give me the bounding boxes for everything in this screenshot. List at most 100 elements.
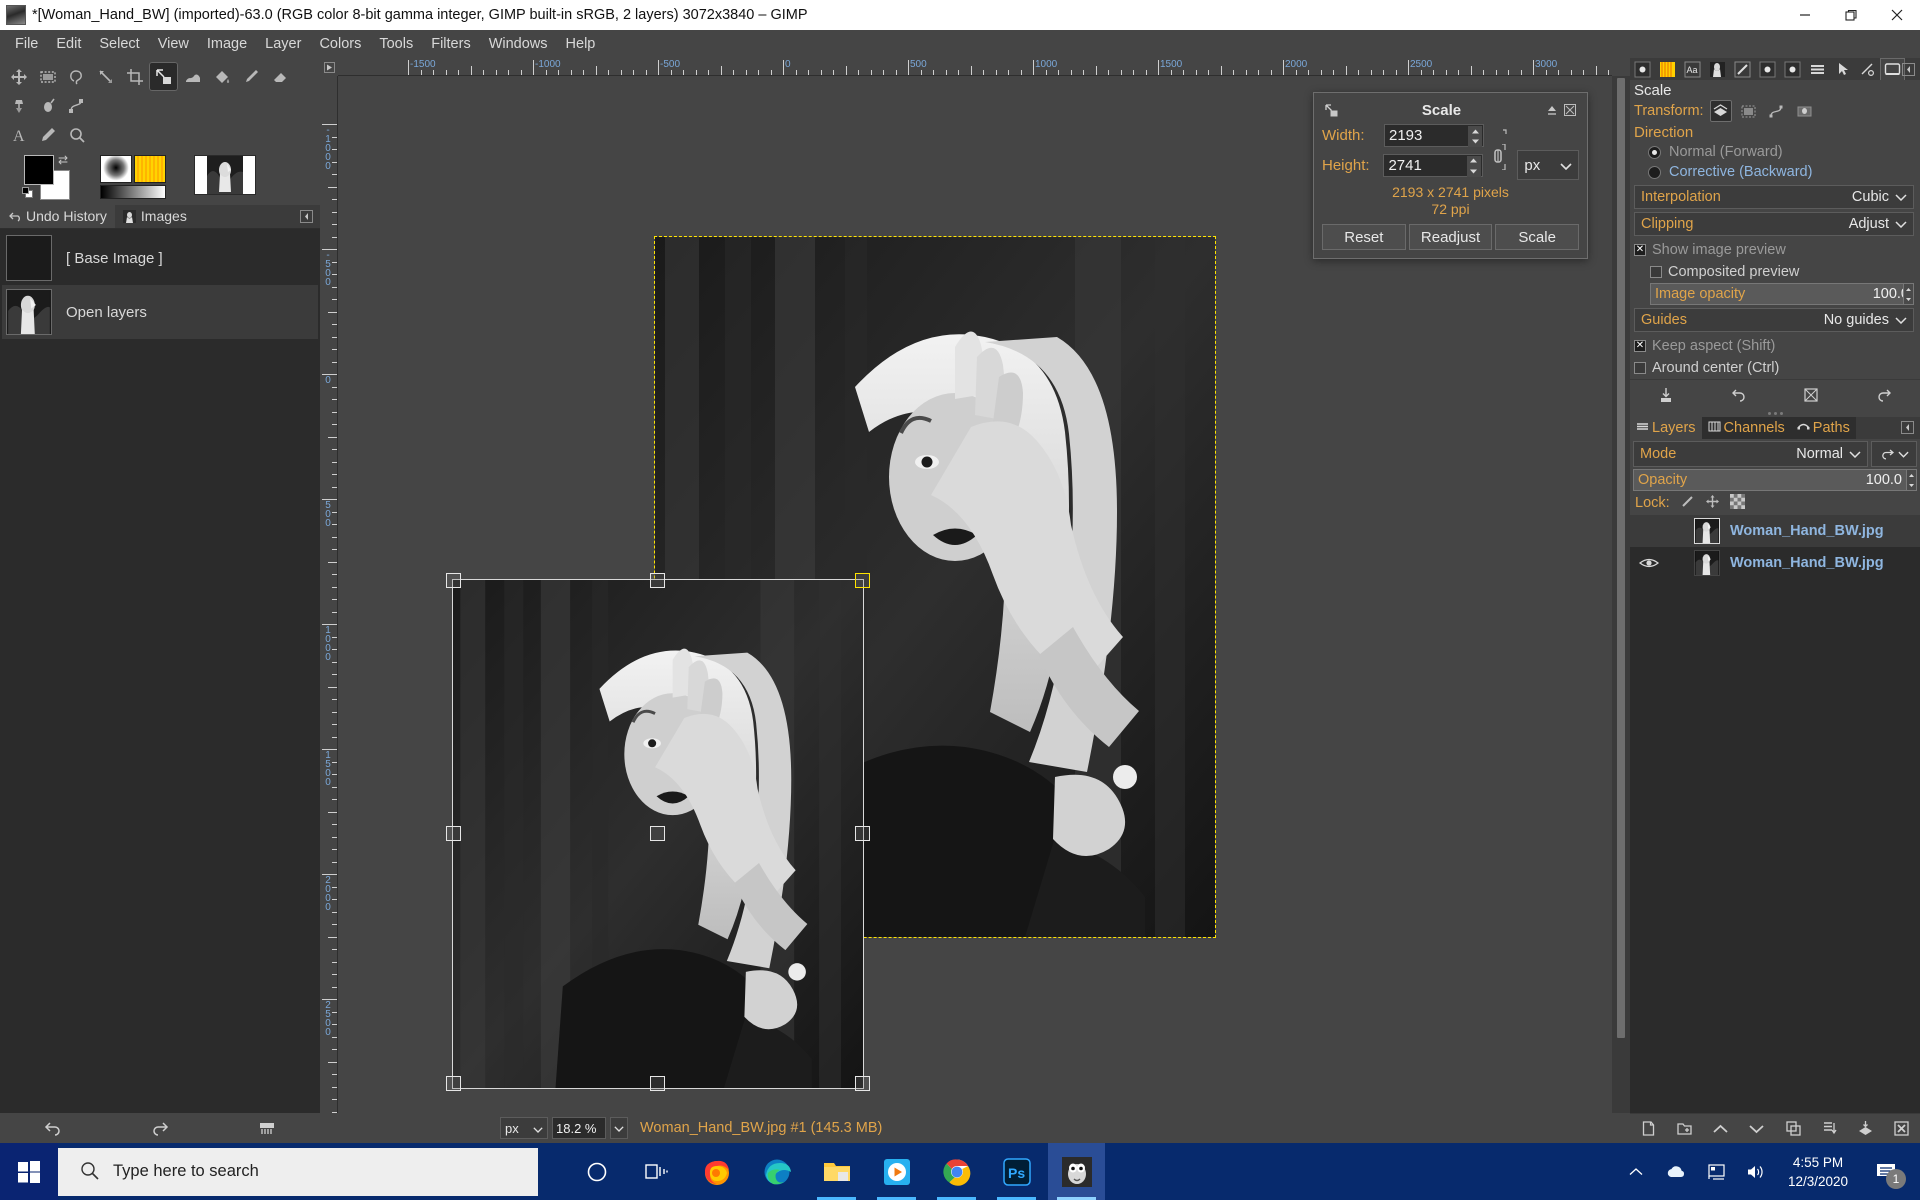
onedrive-tray-icon[interactable] bbox=[1656, 1143, 1696, 1200]
layer-row-1[interactable]: Woman_Hand_BW.jpg bbox=[1630, 547, 1920, 579]
layer-opacity-up[interactable] bbox=[1907, 470, 1916, 480]
active-gradient-icon[interactable] bbox=[100, 185, 166, 199]
chrome-button[interactable] bbox=[928, 1143, 985, 1200]
raise-layer-button[interactable] bbox=[1703, 1114, 1739, 1144]
save-tool-preset-button[interactable] bbox=[1630, 380, 1703, 410]
show-image-preview-checkbox[interactable]: ✕ bbox=[1634, 244, 1646, 256]
canvas-vertical-scrollbar[interactable] bbox=[1612, 76, 1630, 1125]
show-hidden-icons-button[interactable] bbox=[1616, 1143, 1656, 1200]
readjust-button[interactable]: Readjust bbox=[1408, 224, 1493, 250]
swap-colors-icon[interactable]: ⇄ bbox=[58, 153, 68, 167]
anchor-layer-button[interactable] bbox=[1811, 1114, 1847, 1144]
ink-tool[interactable] bbox=[33, 91, 62, 120]
statusbar-unit-select[interactable]: px bbox=[500, 1117, 548, 1139]
composited-preview-row[interactable]: Composited preview bbox=[1634, 261, 1914, 283]
lock-position-button[interactable] bbox=[1705, 494, 1720, 512]
height-spin-arrows[interactable] bbox=[1466, 155, 1481, 177]
taskbar-search-box[interactable]: Type here to search bbox=[58, 1147, 538, 1196]
redo-button[interactable] bbox=[107, 1113, 214, 1143]
menu-edit[interactable]: Edit bbox=[47, 33, 90, 55]
radio-corrective-backward[interactable] bbox=[1648, 165, 1661, 179]
patterns-tab[interactable] bbox=[1755, 58, 1780, 80]
active-pattern-icon[interactable] bbox=[134, 155, 166, 183]
active-brush-icon[interactable] bbox=[100, 155, 132, 183]
brushes-tab[interactable] bbox=[1730, 58, 1755, 80]
ruler-origin-button[interactable] bbox=[320, 58, 338, 76]
transform-image-button[interactable] bbox=[1794, 100, 1816, 122]
transform-handle-center[interactable] bbox=[650, 826, 665, 841]
image-opacity-spinner[interactable] bbox=[1903, 283, 1914, 305]
collapse-right-icon[interactable] bbox=[1902, 62, 1915, 76]
scale-dialog[interactable]: Scale Width: Height: bbox=[1313, 92, 1588, 259]
transform-handle-top-right[interactable] bbox=[855, 573, 870, 588]
delete-layer-button[interactable] bbox=[1884, 1114, 1920, 1144]
lower-layer-button[interactable] bbox=[1739, 1114, 1775, 1144]
history-item-base-image[interactable]: [ Base Image ] bbox=[2, 231, 318, 285]
scale-height-spinner[interactable] bbox=[1383, 153, 1483, 177]
layer-visibility-toggle[interactable] bbox=[1630, 556, 1668, 570]
composited-preview-checkbox[interactable] bbox=[1650, 266, 1662, 278]
maximize-button[interactable] bbox=[1828, 0, 1874, 30]
tab-channels[interactable]: Channels bbox=[1701, 417, 1791, 439]
edge-button[interactable] bbox=[748, 1143, 805, 1200]
scale-tool[interactable] bbox=[149, 62, 178, 91]
opacity-spin-down[interactable] bbox=[1904, 294, 1913, 304]
transform-path-button[interactable] bbox=[1766, 100, 1788, 122]
zoom-input[interactable]: 18.2 % bbox=[552, 1117, 606, 1139]
new-layer-button[interactable] bbox=[1630, 1114, 1666, 1144]
transform-selection-button[interactable] bbox=[1738, 100, 1760, 122]
notification-center-button[interactable]: 1 bbox=[1860, 1143, 1912, 1200]
eraser-tool[interactable] bbox=[265, 62, 294, 91]
menu-help[interactable]: Help bbox=[557, 33, 605, 55]
clipping-select[interactable]: Clipping Adjust bbox=[1634, 212, 1914, 236]
transform-handle-mid-left[interactable] bbox=[446, 826, 461, 841]
width-spin-up[interactable] bbox=[1468, 126, 1482, 137]
horizontal-ruler[interactable]: -1500-1000-50005001000150020002500300035… bbox=[338, 58, 1612, 76]
transform-handle-bottom-right[interactable] bbox=[855, 1076, 870, 1091]
menu-select[interactable]: Select bbox=[90, 33, 148, 55]
paths-tool[interactable] bbox=[62, 91, 91, 120]
around-center-row[interactable]: Around center (Ctrl) bbox=[1634, 357, 1914, 379]
show-image-preview-row[interactable]: ✕ Show image preview bbox=[1634, 239, 1914, 261]
minimize-button[interactable] bbox=[1782, 0, 1828, 30]
dock-resize-grip[interactable] bbox=[1630, 409, 1920, 417]
cortana-button[interactable] bbox=[568, 1143, 625, 1200]
layer-mode-select[interactable]: Mode Normal bbox=[1633, 441, 1868, 467]
menu-image[interactable]: Image bbox=[198, 33, 256, 55]
free-select-tool[interactable] bbox=[62, 62, 91, 91]
transform-layer-button[interactable] bbox=[1709, 100, 1732, 122]
images-thumb-tab[interactable] bbox=[1705, 58, 1730, 80]
transform-handle-bottom-left[interactable] bbox=[446, 1076, 461, 1091]
active-image-thumbnail[interactable] bbox=[194, 155, 256, 195]
file-explorer-button[interactable] bbox=[808, 1143, 865, 1200]
tab-paths[interactable]: Paths bbox=[1790, 417, 1856, 439]
scale-unit-select[interactable]: px bbox=[1517, 150, 1579, 180]
transform-handle-top-left[interactable] bbox=[446, 573, 461, 588]
volume-tray-icon[interactable] bbox=[1736, 1143, 1776, 1200]
merge-down-button[interactable] bbox=[1848, 1114, 1884, 1144]
scrollbar-thumb[interactable] bbox=[1617, 78, 1625, 1038]
tab-layers[interactable]: Layers bbox=[1630, 417, 1702, 439]
gimp-button[interactable] bbox=[1048, 1143, 1105, 1200]
windows-start-icon[interactable] bbox=[0, 1143, 58, 1200]
tool-options-tab[interactable] bbox=[1630, 58, 1655, 80]
undo-history-list[interactable]: [ Base Image ] Open layers bbox=[0, 229, 320, 1113]
measure-tool[interactable] bbox=[91, 62, 120, 91]
height-spin-down[interactable] bbox=[1466, 166, 1481, 177]
taskbar-clock[interactable]: 4:55 PM 12/3/2020 bbox=[1776, 1153, 1860, 1191]
keep-aspect-row[interactable]: ✕ Keep aspect (Shift) bbox=[1634, 335, 1914, 357]
clear-history-button[interactable] bbox=[213, 1113, 320, 1143]
height-spin-up[interactable] bbox=[1466, 155, 1481, 166]
collapse-left-icon[interactable] bbox=[300, 210, 314, 224]
reset-tool-options-button[interactable] bbox=[1848, 380, 1920, 410]
detach-icon[interactable] bbox=[1543, 101, 1561, 119]
histogram-tab[interactable] bbox=[1855, 58, 1880, 80]
movies-tv-button[interactable] bbox=[868, 1143, 925, 1200]
menu-file[interactable]: File bbox=[6, 33, 47, 55]
zoom-tool[interactable] bbox=[62, 120, 91, 149]
buffers-tab[interactable] bbox=[1780, 58, 1805, 80]
direction-corrective-row[interactable]: Corrective (Backward) bbox=[1634, 162, 1914, 182]
tab-images[interactable]: Images bbox=[115, 204, 195, 228]
move-tool[interactable] bbox=[4, 62, 33, 91]
chain-linked-icon[interactable] bbox=[1489, 128, 1509, 143]
